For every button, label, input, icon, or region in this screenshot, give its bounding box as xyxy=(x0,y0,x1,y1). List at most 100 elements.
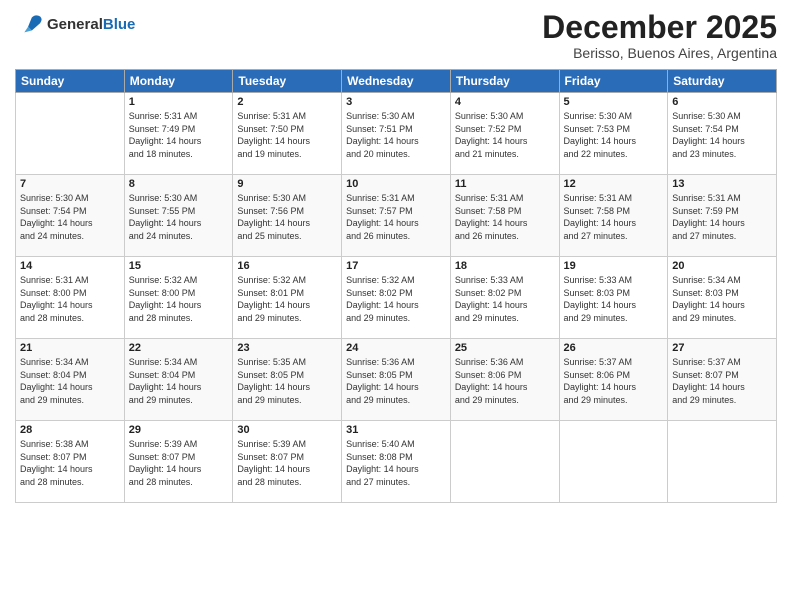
day-number: 2 xyxy=(237,96,337,108)
cell-content: Sunrise: 5:38 AMSunset: 8:07 PMDaylight:… xyxy=(20,438,120,488)
day-number: 23 xyxy=(237,342,337,354)
cell-content: Sunrise: 5:30 AMSunset: 7:53 PMDaylight:… xyxy=(564,110,664,160)
day-number: 4 xyxy=(455,96,555,108)
table-row: 5 Sunrise: 5:30 AMSunset: 7:53 PMDaylight… xyxy=(559,93,668,175)
cell-content: Sunrise: 5:32 AMSunset: 8:01 PMDaylight:… xyxy=(237,274,337,324)
header-monday: Monday xyxy=(124,70,233,93)
cell-content: Sunrise: 5:36 AMSunset: 8:05 PMDaylight:… xyxy=(346,356,446,406)
table-row: 8Sunrise: 5:30 AMSunset: 7:55 PMDaylight… xyxy=(124,175,233,257)
day-number: 10 xyxy=(346,178,446,190)
cell-content: Sunrise: 5:37 AMSunset: 8:06 PMDaylight:… xyxy=(564,356,664,406)
day-number: 15 xyxy=(129,260,229,272)
table-row: 29 Sunrise: 5:39 AMSunset: 8:07 PMDayligh… xyxy=(124,421,233,503)
cell-content: Sunrise: 5:31 AMSunset: 8:00 PMDaylight:… xyxy=(20,274,120,324)
cell-content: Sunrise: 5:33 AMSunset: 8:02 PMDaylight:… xyxy=(455,274,555,324)
month-title: December 2025 xyxy=(542,10,777,45)
header-thursday: Thursday xyxy=(450,70,559,93)
table-row: 15 Sunrise: 5:32 AMSunset: 8:00 PMDayligh… xyxy=(124,257,233,339)
table-row: 22 Sunrise: 5:34 AMSunset: 8:04 PMDayligh… xyxy=(124,339,233,421)
header-tuesday: Tuesday xyxy=(233,70,342,93)
cell-content: Sunrise: 5:30 AMSunset: 7:54 PMDaylight:… xyxy=(20,192,120,242)
subtitle: Berisso, Buenos Aires, Argentina xyxy=(542,45,777,61)
header-friday: Friday xyxy=(559,70,668,93)
table-row xyxy=(668,421,777,503)
table-row: 6Sunrise: 5:30 AMSunset: 7:54 PMDaylight… xyxy=(668,93,777,175)
day-number: 21 xyxy=(20,342,120,354)
cell-content: Sunrise: 5:30 AMSunset: 7:51 PMDaylight:… xyxy=(346,110,446,160)
table-row: 13Sunrise: 5:31 AMSunset: 7:59 PMDayligh… xyxy=(668,175,777,257)
logo-icon xyxy=(15,10,43,38)
day-number: 26 xyxy=(564,342,664,354)
day-number: 17 xyxy=(346,260,446,272)
day-number: 29 xyxy=(129,424,229,436)
day-number: 16 xyxy=(237,260,337,272)
cell-content: Sunrise: 5:33 AMSunset: 8:03 PMDaylight:… xyxy=(564,274,664,324)
day-number: 11 xyxy=(455,178,555,190)
table-row: 14 Sunrise: 5:31 AMSunset: 8:00 PMDayligh… xyxy=(16,257,125,339)
cell-content: Sunrise: 5:34 AMSunset: 8:03 PMDaylight:… xyxy=(672,274,772,324)
cell-content: Sunrise: 5:30 AMSunset: 7:55 PMDaylight:… xyxy=(129,192,229,242)
day-number: 30 xyxy=(237,424,337,436)
logo-text: General Blue xyxy=(47,17,135,32)
day-number: 1 xyxy=(129,96,229,108)
cell-content: Sunrise: 5:30 AMSunset: 7:56 PMDaylight:… xyxy=(237,192,337,242)
table-row: 30 Sunrise: 5:39 AMSunset: 8:07 PMDayligh… xyxy=(233,421,342,503)
table-row: 19Sunrise: 5:33 AMSunset: 8:03 PMDayligh… xyxy=(559,257,668,339)
cell-content: Sunrise: 5:31 AMSunset: 7:49 PMDaylight:… xyxy=(129,110,229,160)
table-row: 26 Sunrise: 5:37 AMSunset: 8:06 PMDayligh… xyxy=(559,339,668,421)
table-row: 2 Sunrise: 5:31 AMSunset: 7:50 PMDaylight… xyxy=(233,93,342,175)
table-row: 28 Sunrise: 5:38 AMSunset: 8:07 PMDayligh… xyxy=(16,421,125,503)
header-saturday: Saturday xyxy=(668,70,777,93)
cell-content: Sunrise: 5:34 AMSunset: 8:04 PMDaylight:… xyxy=(129,356,229,406)
calendar-week-3: 21 Sunrise: 5:34 AMSunset: 8:04 PMDayligh… xyxy=(16,339,777,421)
day-number: 28 xyxy=(20,424,120,436)
table-row: 17 Sunrise: 5:32 AMSunset: 8:02 PMDayligh… xyxy=(342,257,451,339)
title-block: December 2025 Berisso, Buenos Aires, Arg… xyxy=(542,10,777,61)
day-number: 31 xyxy=(346,424,446,436)
day-number: 9 xyxy=(237,178,337,190)
calendar-week-2: 14 Sunrise: 5:31 AMSunset: 8:00 PMDayligh… xyxy=(16,257,777,339)
table-row: 23Sunrise: 5:35 AMSunset: 8:05 PMDayligh… xyxy=(233,339,342,421)
table-row: 3 Sunrise: 5:30 AMSunset: 7:51 PMDaylight… xyxy=(342,93,451,175)
day-number: 27 xyxy=(672,342,772,354)
table-row xyxy=(16,93,125,175)
cell-content: Sunrise: 5:31 AMSunset: 7:58 PMDaylight:… xyxy=(455,192,555,242)
day-number: 14 xyxy=(20,260,120,272)
day-number: 5 xyxy=(564,96,664,108)
table-row: 11 Sunrise: 5:31 AMSunset: 7:58 PMDayligh… xyxy=(450,175,559,257)
day-number: 20 xyxy=(672,260,772,272)
cell-content: Sunrise: 5:39 AMSunset: 8:07 PMDaylight:… xyxy=(129,438,229,488)
day-number: 3 xyxy=(346,96,446,108)
cell-content: Sunrise: 5:32 AMSunset: 8:00 PMDaylight:… xyxy=(129,274,229,324)
cell-content: Sunrise: 5:31 AMSunset: 7:59 PMDaylight:… xyxy=(672,192,772,242)
cell-content: Sunrise: 5:32 AMSunset: 8:02 PMDaylight:… xyxy=(346,274,446,324)
header-sunday: Sunday xyxy=(16,70,125,93)
cell-content: Sunrise: 5:31 AMSunset: 7:57 PMDaylight:… xyxy=(346,192,446,242)
table-row: 12Sunrise: 5:31 AMSunset: 7:58 PMDayligh… xyxy=(559,175,668,257)
table-row xyxy=(450,421,559,503)
day-number: 25 xyxy=(455,342,555,354)
day-number: 7 xyxy=(20,178,120,190)
table-row: 4Sunrise: 5:30 AMSunset: 7:52 PMDaylight… xyxy=(450,93,559,175)
table-row xyxy=(559,421,668,503)
table-row: 18Sunrise: 5:33 AMSunset: 8:02 PMDayligh… xyxy=(450,257,559,339)
day-number: 24 xyxy=(346,342,446,354)
cell-content: Sunrise: 5:31 AMSunset: 7:50 PMDaylight:… xyxy=(237,110,337,160)
cell-content: Sunrise: 5:39 AMSunset: 8:07 PMDaylight:… xyxy=(237,438,337,488)
logo: General Blue xyxy=(15,10,135,38)
table-row: 10 Sunrise: 5:31 AMSunset: 7:57 PMDayligh… xyxy=(342,175,451,257)
table-row: 20 Sunrise: 5:34 AMSunset: 8:03 PMDayligh… xyxy=(668,257,777,339)
day-number: 6 xyxy=(672,96,772,108)
table-row: 27Sunrise: 5:37 AMSunset: 8:07 PMDayligh… xyxy=(668,339,777,421)
day-number: 22 xyxy=(129,342,229,354)
calendar-week-4: 28 Sunrise: 5:38 AMSunset: 8:07 PMDayligh… xyxy=(16,421,777,503)
table-row: 16 Sunrise: 5:32 AMSunset: 8:01 PMDayligh… xyxy=(233,257,342,339)
header: General Blue December 2025 Berisso, Buen… xyxy=(15,10,777,61)
cell-content: Sunrise: 5:31 AMSunset: 7:58 PMDaylight:… xyxy=(564,192,664,242)
table-row: 21 Sunrise: 5:34 AMSunset: 8:04 PMDayligh… xyxy=(16,339,125,421)
table-row: 9 Sunrise: 5:30 AMSunset: 7:56 PMDaylight… xyxy=(233,175,342,257)
logo-general: General xyxy=(47,17,103,32)
cell-content: Sunrise: 5:34 AMSunset: 8:04 PMDaylight:… xyxy=(20,356,120,406)
table-row: 25Sunrise: 5:36 AMSunset: 8:06 PMDayligh… xyxy=(450,339,559,421)
calendar-week-1: 7 Sunrise: 5:30 AMSunset: 7:54 PMDaylight… xyxy=(16,175,777,257)
